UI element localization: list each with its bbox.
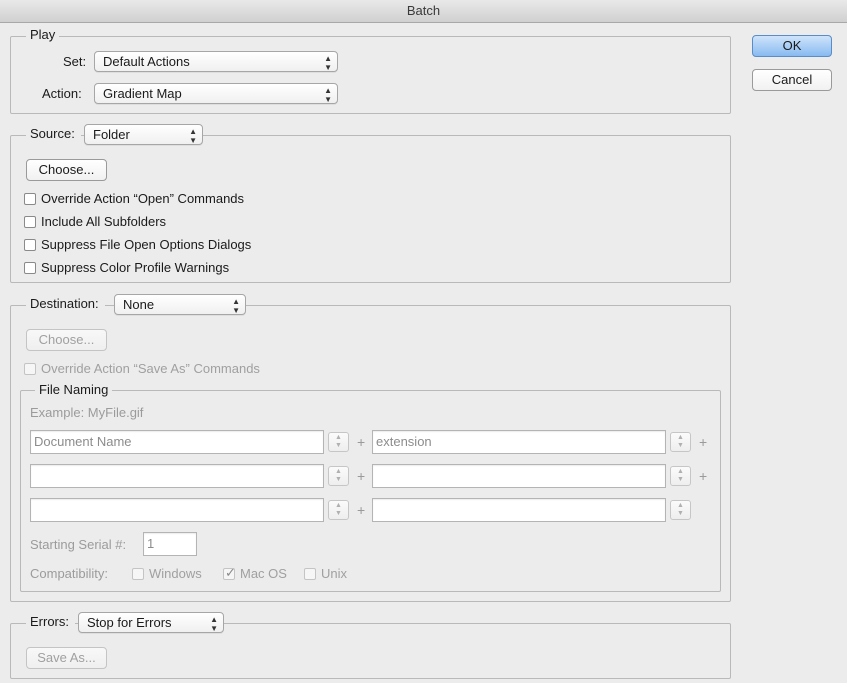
source-select-value: Folder bbox=[93, 127, 130, 142]
updown-arrows-icon: ▲ ▼ bbox=[232, 297, 240, 315]
destination-choose-button[interactable]: Choose... bbox=[26, 329, 107, 351]
updown-arrows-icon: ▲ ▼ bbox=[189, 127, 197, 145]
set-select[interactable]: Default Actions ▲ ▼ bbox=[94, 51, 338, 72]
source-legend: Source: bbox=[26, 124, 81, 148]
updown-arrows-icon: ▲ ▼ bbox=[210, 615, 218, 633]
updown-arrows-icon[interactable]: ▲ ▼ bbox=[328, 500, 349, 520]
ok-button[interactable]: OK bbox=[752, 35, 832, 57]
naming-field-3-right[interactable] bbox=[372, 498, 666, 522]
naming-field-2-left[interactable] bbox=[30, 464, 324, 488]
destination-select[interactable]: None ▲ ▼ bbox=[114, 294, 246, 315]
updown-arrows-icon: ▲ ▼ bbox=[324, 54, 332, 72]
errors-label: Errors: bbox=[30, 614, 69, 629]
compat-macos-label: Mac OS bbox=[240, 566, 287, 581]
override-open-checkbox[interactable]: Override Action “Open” Commands bbox=[24, 191, 244, 206]
action-select[interactable]: Gradient Map ▲ ▼ bbox=[94, 83, 338, 104]
naming-field-2-right[interactable] bbox=[372, 464, 666, 488]
checkbox-box bbox=[304, 568, 316, 580]
plus-icon: + bbox=[357, 502, 366, 518]
checkbox-box: ✓ bbox=[223, 565, 236, 580]
include-subfolders-label: Include All Subfolders bbox=[41, 214, 167, 229]
updown-arrows-icon[interactable]: ▲ ▼ bbox=[670, 432, 691, 452]
compatibility-label: Compatibility: bbox=[30, 566, 109, 581]
serial-label: Starting Serial #: bbox=[30, 537, 127, 552]
naming-field-3-left[interactable] bbox=[30, 498, 324, 522]
errors-select[interactable]: Stop for Errors ▲ ▼ bbox=[78, 612, 224, 633]
compat-unix-label: Unix bbox=[321, 566, 348, 581]
file-naming-group bbox=[20, 390, 721, 592]
source-label: Source: bbox=[30, 126, 75, 141]
updown-arrows-icon[interactable]: ▲ ▼ bbox=[328, 432, 349, 452]
plus-icon: + bbox=[357, 434, 366, 450]
source-select[interactable]: Folder ▲ ▼ bbox=[84, 124, 203, 145]
set-select-value: Default Actions bbox=[103, 54, 190, 69]
compat-windows-checkbox[interactable]: Windows bbox=[132, 566, 202, 581]
naming-field-1-left[interactable]: Document Name bbox=[30, 430, 324, 454]
compat-unix-checkbox[interactable]: Unix bbox=[304, 566, 347, 581]
cancel-button[interactable]: Cancel bbox=[752, 69, 832, 91]
suppress-open-options-label: Suppress File Open Options Dialogs bbox=[41, 237, 252, 252]
destination-legend: Destination: bbox=[26, 294, 105, 318]
suppress-open-options-checkbox[interactable]: Suppress File Open Options Dialogs bbox=[24, 237, 251, 252]
checkbox-box bbox=[132, 568, 144, 580]
checkbox-box bbox=[24, 239, 36, 251]
updown-arrows-icon[interactable]: ▲ ▼ bbox=[670, 466, 691, 486]
plus-icon: + bbox=[699, 434, 708, 450]
checkbox-box bbox=[24, 216, 36, 228]
errors-select-value: Stop for Errors bbox=[87, 615, 172, 630]
window-titlebar: Batch bbox=[0, 0, 847, 23]
updown-arrows-icon[interactable]: ▲ ▼ bbox=[670, 500, 691, 520]
suppress-color-profile-label: Suppress Color Profile Warnings bbox=[41, 260, 230, 275]
plus-icon: + bbox=[357, 468, 366, 484]
action-label: Action: bbox=[42, 86, 82, 101]
serial-input[interactable]: 1 bbox=[143, 532, 197, 556]
updown-arrows-icon: ▲ ▼ bbox=[324, 86, 332, 104]
errors-legend: Errors: bbox=[26, 612, 75, 636]
compat-macos-checkbox[interactable]: ✓ Mac OS bbox=[223, 565, 287, 581]
action-select-value: Gradient Map bbox=[103, 86, 182, 101]
include-subfolders-checkbox[interactable]: Include All Subfolders bbox=[24, 214, 166, 229]
checkbox-box bbox=[24, 193, 36, 205]
errors-save-as-button[interactable]: Save As... bbox=[26, 647, 107, 669]
play-legend: Play bbox=[26, 27, 60, 42]
checkmark-icon: ✓ bbox=[225, 565, 236, 580]
updown-arrows-icon[interactable]: ▲ ▼ bbox=[328, 466, 349, 486]
set-label: Set: bbox=[63, 54, 87, 69]
window-title: Batch bbox=[406, 3, 441, 18]
destination-select-value: None bbox=[123, 297, 155, 312]
plus-icon: + bbox=[699, 468, 708, 484]
compat-windows-label: Windows bbox=[149, 566, 202, 581]
file-naming-legend: File Naming bbox=[35, 382, 113, 397]
suppress-color-profile-checkbox[interactable]: Suppress Color Profile Warnings bbox=[24, 260, 229, 275]
checkbox-box bbox=[24, 363, 36, 375]
file-naming-example: Example: MyFile.gif bbox=[30, 405, 144, 420]
override-open-label: Override Action “Open” Commands bbox=[41, 191, 245, 206]
destination-label: Destination: bbox=[30, 296, 99, 311]
source-choose-button[interactable]: Choose... bbox=[26, 159, 107, 181]
override-save-as-label: Override Action “Save As” Commands bbox=[41, 361, 260, 376]
checkbox-box bbox=[24, 262, 36, 274]
override-save-as-checkbox[interactable]: Override Action “Save As” Commands bbox=[24, 361, 260, 376]
naming-field-1-right[interactable]: extension bbox=[372, 430, 666, 454]
